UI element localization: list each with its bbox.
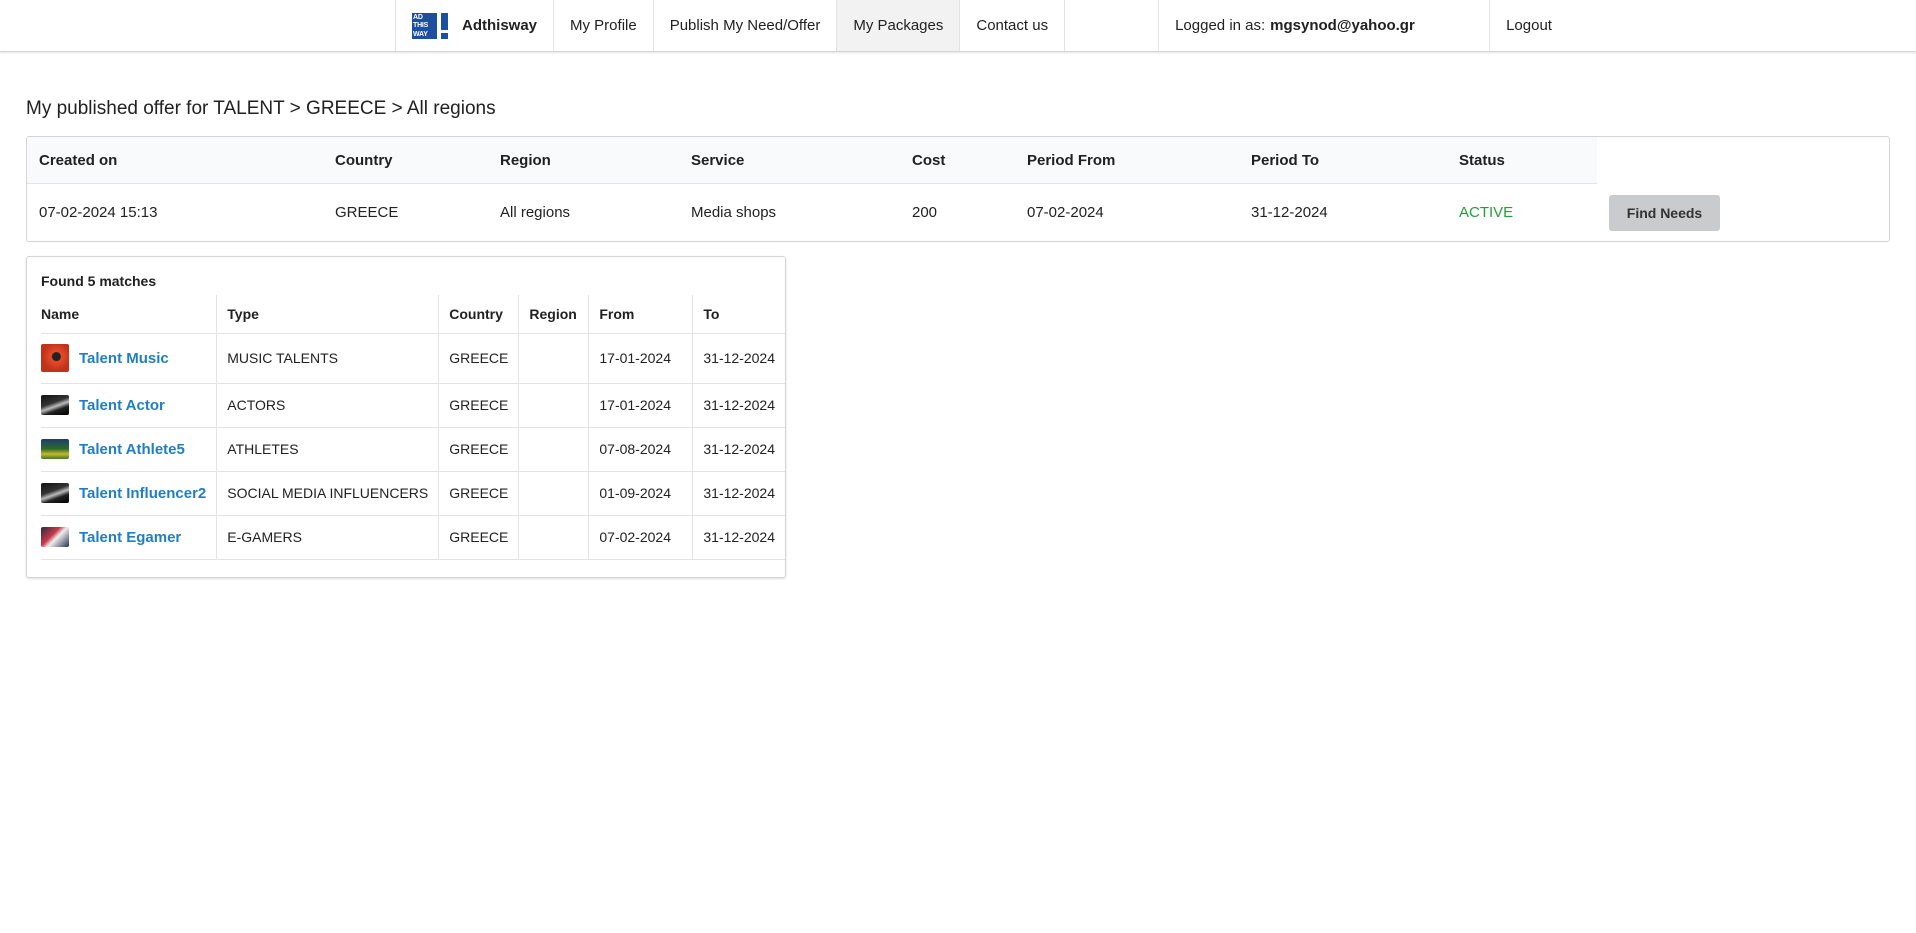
match-country: GREECE	[438, 515, 519, 560]
match-name-link[interactable]: Talent Actor	[79, 397, 165, 414]
col-country: Country	[335, 152, 393, 169]
top-menu: AD THIS WAY Adthisway My Profile Publish M…	[395, 0, 1568, 51]
match-to: 31-12-2024	[692, 383, 785, 428]
table-row: Talent Athlete5 ATHLETES GREECE 07-08-20…	[41, 427, 785, 472]
offer-status-badge: ACTIVE	[1459, 204, 1514, 221]
matches-table: Name Type Country Region From To Talent …	[41, 295, 785, 560]
match-to: 31-12-2024	[692, 471, 785, 516]
match-name-link[interactable]: Talent Influencer2	[79, 485, 206, 502]
logout-link[interactable]: Logout	[1490, 0, 1568, 51]
matches-panel: Found 5 matches Name Type Country Region…	[26, 256, 786, 578]
match-type: E-GAMERS	[216, 515, 439, 560]
adthisway-logo: AD THIS WAY	[412, 12, 448, 39]
match-type: ACTORS	[216, 383, 439, 428]
match-type: ATHLETES	[216, 427, 439, 472]
offer-table-header: Created on Country Region Service Cost P…	[27, 137, 1597, 184]
offer-region: All regions	[500, 204, 571, 221]
brand-name: Adthisway	[462, 17, 538, 34]
match-region	[518, 515, 589, 560]
match-to: 31-12-2024	[692, 333, 785, 384]
offer-cost: 200	[912, 204, 938, 221]
match-name-link[interactable]: Talent Egamer	[79, 529, 181, 546]
offer-period-from: 07-02-2024	[1027, 204, 1104, 221]
table-row: Talent Egamer E-GAMERS GREECE 07-02-2024…	[41, 515, 785, 560]
offer-country: GREECE	[335, 204, 399, 221]
menu-spacer	[1065, 0, 1160, 51]
table-row: Talent Influencer2 SOCIAL MEDIA INFLUENC…	[41, 471, 785, 516]
col-region: Region	[518, 295, 589, 334]
col-name: Name	[41, 295, 217, 334]
match-to: 31-12-2024	[692, 515, 785, 560]
logged-in-label: Logged in as:	[1175, 17, 1266, 34]
col-type: Type	[216, 295, 439, 334]
offer-created-on: 07-02-2024 15:13	[39, 204, 158, 221]
match-from: 07-08-2024	[588, 427, 693, 472]
match-name-link[interactable]: Talent Athlete5	[79, 441, 185, 458]
col-period-to: Period To	[1251, 152, 1320, 169]
page-title: My published offer for TALENT > GREECE >…	[26, 98, 496, 119]
table-row: Talent Music MUSIC TALENTS GREECE 17-01-…	[41, 333, 785, 384]
table-row: Talent Actor ACTORS GREECE 17-01-2024 31…	[41, 383, 785, 428]
col-cost: Cost	[912, 152, 946, 169]
offer-period-to: 31-12-2024	[1251, 204, 1328, 221]
col-to: To	[692, 295, 785, 334]
offer-row: 07-02-2024 15:13 GREECE All regions Medi…	[27, 184, 1889, 242]
col-status: Status	[1459, 152, 1505, 169]
match-region	[518, 383, 589, 428]
match-to: 31-12-2024	[692, 427, 785, 472]
col-country: Country	[438, 295, 519, 334]
influencer-thumbnail[interactable]	[41, 483, 69, 503]
match-type: MUSIC TALENTS	[216, 333, 439, 384]
match-country: GREECE	[438, 333, 519, 384]
match-country: GREECE	[438, 471, 519, 516]
col-service: Service	[691, 152, 745, 169]
athlete-thumbnail[interactable]	[41, 439, 69, 459]
match-country: GREECE	[438, 427, 519, 472]
user-email: mgsynod@yahoo.gr	[1270, 17, 1415, 34]
match-from: 17-01-2024	[588, 383, 693, 428]
match-type: SOCIAL MEDIA INFLUENCERS	[216, 471, 439, 516]
matches-count: Found 5 matches	[41, 273, 157, 289]
brand-home-link[interactable]: AD THIS WAY Adthisway	[395, 0, 555, 51]
actor-thumbnail[interactable]	[41, 395, 69, 415]
top-menu-bar: AD THIS WAY Adthisway My Profile Publish M…	[0, 0, 1916, 52]
match-from: 17-01-2024	[588, 333, 693, 384]
match-name-link[interactable]: Talent Music	[79, 350, 169, 367]
match-from: 01-09-2024	[588, 471, 693, 516]
menu-item-contact-us[interactable]: Contact us	[960, 0, 1066, 51]
matches-header-row: Name Type Country Region From To	[41, 295, 785, 334]
offer-service: Media shops	[691, 204, 777, 221]
menu-item-my-packages[interactable]: My Packages	[837, 0, 961, 51]
find-needs-button[interactable]: Find Needs	[1609, 195, 1720, 231]
col-period-from: Period From	[1027, 152, 1116, 169]
menu-item-publish[interactable]: Publish My Need/Offer	[654, 0, 838, 51]
offer-table: Created on Country Region Service Cost P…	[26, 136, 1890, 242]
col-from: From	[588, 295, 693, 334]
music-thumbnail[interactable]	[41, 344, 69, 372]
match-region	[518, 333, 589, 384]
col-created-on: Created on	[39, 152, 118, 169]
menu-item-my-profile[interactable]: My Profile	[554, 0, 654, 51]
match-region	[518, 471, 589, 516]
col-region: Region	[500, 152, 551, 169]
logged-in-info: Logged in as: mgsynod@yahoo.gr	[1159, 0, 1491, 51]
egamer-thumbnail[interactable]	[41, 527, 69, 547]
match-region	[518, 427, 589, 472]
match-from: 07-02-2024	[588, 515, 693, 560]
match-country: GREECE	[438, 383, 519, 428]
